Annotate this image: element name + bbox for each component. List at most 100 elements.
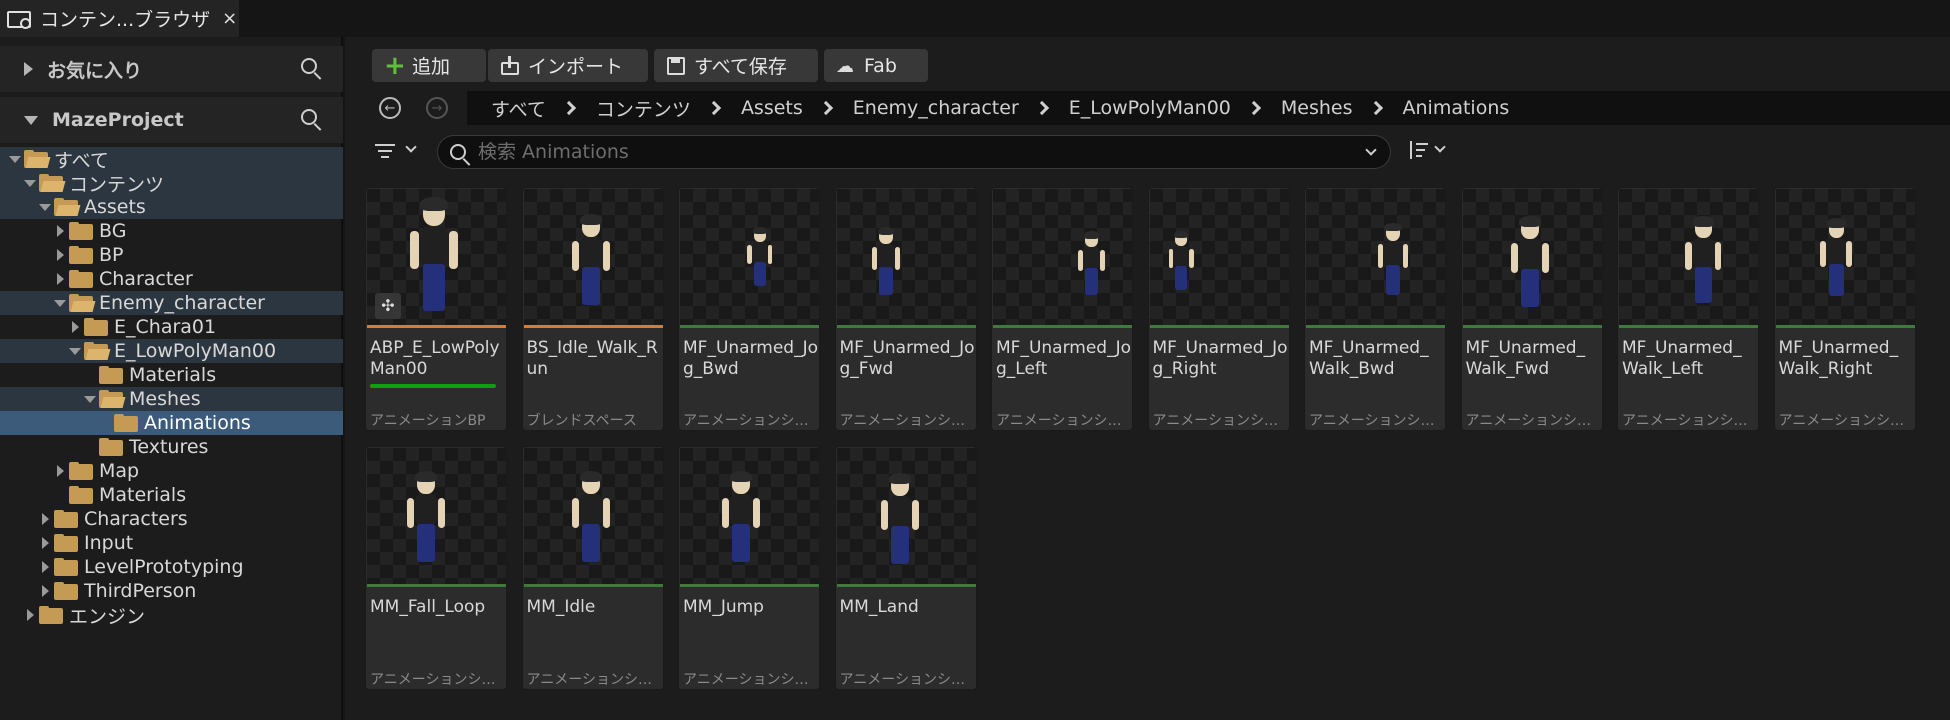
asset-tile[interactable]: MF_Unarmed_Walk_Fwd アニメーションシーケンス bbox=[1460, 187, 1603, 431]
expand-arrow-icon[interactable] bbox=[23, 608, 37, 622]
tree-item[interactable]: Materials bbox=[0, 483, 343, 507]
asset-name: MM_Jump bbox=[683, 597, 764, 617]
asset-tile[interactable]: MF_Unarmed_Jog_Fwd アニメーションシーケンス bbox=[834, 187, 977, 431]
collapse-arrow-icon[interactable] bbox=[24, 115, 38, 125]
collapse-arrow-icon[interactable] bbox=[53, 296, 67, 310]
search-icon[interactable] bbox=[301, 58, 323, 80]
tree-item[interactable]: LevelPrototyping bbox=[0, 555, 343, 579]
asset-tile[interactable]: MF_Unarmed_Walk_Left アニメーションシーケンス bbox=[1617, 187, 1759, 431]
breadcrumb-item[interactable]: コンテンツ bbox=[596, 95, 691, 122]
folder-open-icon bbox=[99, 390, 126, 408]
favorites-header[interactable]: お気に入り bbox=[0, 46, 343, 92]
save-all-button[interactable]: すべて保存 bbox=[654, 49, 818, 82]
expand-arrow-icon[interactable] bbox=[24, 62, 33, 76]
tree-item[interactable]: Meshes bbox=[0, 387, 343, 411]
import-icon bbox=[500, 55, 520, 76]
expand-arrow-icon[interactable] bbox=[53, 464, 67, 478]
expand-arrow-icon[interactable] bbox=[38, 584, 52, 598]
chevron-right-icon[interactable] bbox=[1368, 100, 1383, 116]
add-button[interactable]: + 追加 bbox=[372, 49, 486, 82]
expand-arrow-icon[interactable] bbox=[38, 536, 52, 550]
expand-arrow-icon[interactable] bbox=[53, 248, 67, 262]
asset-tile[interactable]: MF_Unarmed_Jog_Bwd アニメーションシーケンス bbox=[678, 187, 820, 431]
tree-item[interactable]: Animations bbox=[0, 411, 343, 435]
fab-button[interactable]: ☁ Fab bbox=[824, 49, 928, 82]
breadcrumb-item[interactable]: Assets bbox=[741, 97, 803, 119]
tree-item[interactable]: Character bbox=[0, 267, 343, 291]
asset-tile[interactable]: MM_Land アニメーションシーケンス bbox=[834, 446, 977, 690]
asset-tile[interactable]: BS_Idle_Walk_Run ブレンドスペース bbox=[521, 187, 664, 431]
asset-tile[interactable]: MF_Unarmed_Jog_Right アニメーションシーケンス bbox=[1147, 187, 1290, 431]
tree-item[interactable]: Input bbox=[0, 531, 343, 555]
tab-content-browser[interactable]: コンテン...ブラウザ × bbox=[0, 0, 239, 37]
collapse-arrow-icon[interactable] bbox=[83, 392, 97, 406]
chevron-right-icon[interactable] bbox=[1034, 100, 1049, 116]
breadcrumb-item[interactable]: すべて bbox=[491, 95, 546, 122]
import-button[interactable]: インポート bbox=[488, 49, 648, 82]
expand-arrow-icon[interactable] bbox=[38, 560, 52, 574]
chevron-right-icon[interactable] bbox=[706, 100, 722, 116]
asset-tile[interactable]: MM_Idle アニメーションシーケンス bbox=[521, 446, 664, 690]
tree-item-label: E_LowPolyMan00 bbox=[114, 340, 277, 362]
breadcrumb-item[interactable]: Meshes bbox=[1281, 97, 1353, 119]
search-box[interactable] bbox=[437, 135, 1391, 169]
asset-name: BS_Idle_Walk_Run bbox=[526, 338, 658, 379]
forward-icon[interactable]: → bbox=[426, 97, 448, 119]
collapse-arrow-icon[interactable] bbox=[23, 176, 37, 190]
project-header[interactable]: MazeProject bbox=[0, 97, 343, 143]
search-icon[interactable] bbox=[301, 109, 323, 131]
tree-item[interactable]: コンテンツ bbox=[0, 171, 343, 196]
asset-tile[interactable]: MF_Unarmed_Walk_Right アニメーションシーケンス bbox=[1773, 187, 1916, 431]
breadcrumb-item[interactable]: Enemy_character bbox=[853, 97, 1019, 119]
tree-item[interactable]: Materials bbox=[0, 363, 343, 387]
expand-arrow-icon[interactable] bbox=[68, 320, 82, 334]
collapse-arrow-icon[interactable] bbox=[38, 200, 52, 214]
tree-item-label: Materials bbox=[99, 484, 187, 506]
asset-tile[interactable]: MF_Unarmed_Walk_Bwd アニメーションシーケンス bbox=[1304, 187, 1446, 431]
asset-tile[interactable]: MM_Fall_Loop アニメーションシーケンス bbox=[365, 446, 507, 690]
tree-item[interactable]: Enemy_character bbox=[0, 291, 343, 315]
sort-icon[interactable] bbox=[1408, 139, 1448, 163]
asset-name: ABP_E_LowPolyMan00 bbox=[370, 338, 500, 379]
animation-blueprint-icon: ✣ bbox=[375, 293, 401, 319]
chevron-down-icon[interactable] bbox=[405, 141, 417, 153]
asset-thumbnail bbox=[1775, 189, 1915, 325]
folder-open-icon bbox=[24, 150, 51, 168]
expand-arrow-icon[interactable] bbox=[53, 224, 67, 238]
chevron-down-icon[interactable] bbox=[1365, 144, 1377, 156]
tree-item[interactable]: Map bbox=[0, 459, 343, 483]
asset-tile[interactable]: ✣ ABP_E_LowPolyMan00 アニメーションBP bbox=[365, 187, 507, 431]
close-icon[interactable]: × bbox=[222, 8, 237, 29]
tree-item[interactable]: E_Chara01 bbox=[0, 315, 343, 339]
collapse-arrow-icon[interactable] bbox=[8, 152, 22, 166]
tree-item[interactable]: Assets bbox=[0, 195, 343, 219]
collapse-arrow-icon[interactable] bbox=[68, 344, 82, 358]
folder-tree: すべて コンテンツ Assets BG BP Character Enemy_charact… bbox=[0, 147, 343, 628]
search-input[interactable] bbox=[478, 139, 1338, 165]
folder-icon bbox=[54, 582, 78, 600]
tree-item[interactable]: E_LowPolyMan00 bbox=[0, 339, 343, 363]
tree-item[interactable]: エンジン bbox=[0, 603, 343, 628]
asset-tile[interactable]: MM_Jump アニメーションシーケンス bbox=[678, 446, 820, 690]
chevron-right-icon[interactable] bbox=[561, 100, 576, 116]
breadcrumb-item[interactable]: Animations bbox=[1403, 97, 1510, 119]
back-icon[interactable]: ← bbox=[379, 97, 401, 119]
tree-item[interactable]: すべて bbox=[0, 147, 343, 172]
folder-open-icon bbox=[39, 174, 66, 192]
asset-name: MF_Unarmed_Jog_Fwd bbox=[839, 338, 975, 379]
chevron-right-icon[interactable] bbox=[818, 100, 833, 116]
tree-item-label: コンテンツ bbox=[69, 173, 165, 196]
asset-type: アニメーションシーケンス bbox=[683, 413, 819, 429]
tree-item[interactable]: Characters bbox=[0, 507, 343, 531]
breadcrumb-item[interactable]: E_LowPolyMan00 bbox=[1069, 97, 1231, 119]
chevron-right-icon[interactable] bbox=[1246, 100, 1261, 116]
expand-arrow-icon[interactable] bbox=[38, 512, 52, 526]
add-label: 追加 bbox=[412, 56, 451, 78]
tree-item[interactable]: ThirdPerson bbox=[0, 579, 343, 603]
tree-item[interactable]: Textures bbox=[0, 435, 343, 459]
filter-icon[interactable] bbox=[375, 141, 397, 161]
asset-tile[interactable]: MF_Unarmed_Jog_Left アニメーションシーケンス bbox=[991, 187, 1133, 431]
tree-item[interactable]: BG bbox=[0, 219, 343, 243]
expand-arrow-icon[interactable] bbox=[53, 272, 67, 286]
tree-item[interactable]: BP bbox=[0, 243, 343, 267]
